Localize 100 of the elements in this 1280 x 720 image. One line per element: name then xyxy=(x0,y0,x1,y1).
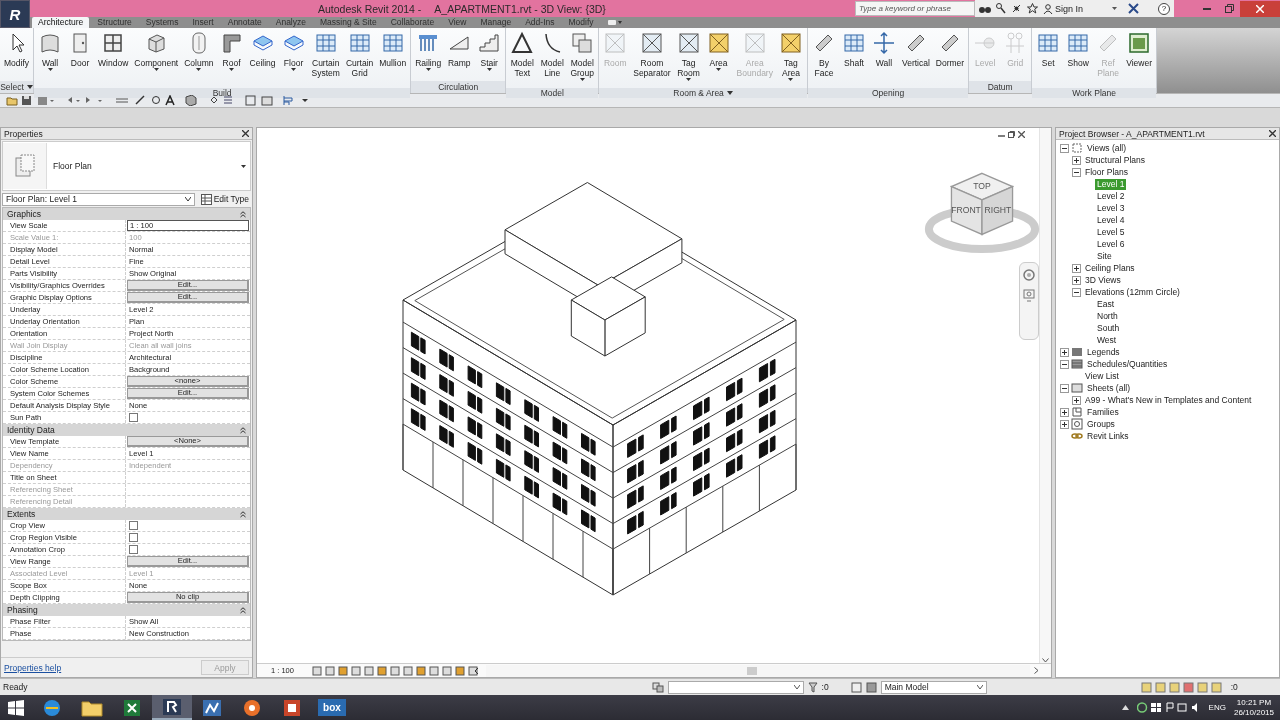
help-button[interactable]: ? xyxy=(1158,2,1170,15)
ribbon-button[interactable]: Show xyxy=(1063,31,1094,88)
tree-item[interactable]: Elevations (12mm Circle) xyxy=(1083,286,1182,298)
collapse-icon[interactable] xyxy=(1060,359,1069,369)
tree-item[interactable]: Schedules/Quantities xyxy=(1085,358,1170,370)
ribbon-tab[interactable]: Massing & Site xyxy=(314,17,383,28)
ribbon-tab[interactable]: Structure xyxy=(91,17,138,28)
collapse-icon[interactable] xyxy=(1072,287,1081,297)
steering-wheel-icon[interactable] xyxy=(1023,269,1035,281)
ribbon-button[interactable]: Ramp xyxy=(444,31,475,81)
ribbon-button[interactable]: Model Text xyxy=(507,31,538,88)
tree-item[interactable]: A99 - What's New in Templates and Content xyxy=(1083,394,1254,406)
sign-in-button[interactable]: Sign In xyxy=(1042,3,1083,14)
tree-item[interactable]: Sheets (all) xyxy=(1085,382,1132,394)
expand-icon[interactable] xyxy=(1060,419,1069,429)
ribbon-button[interactable]: Stair xyxy=(474,31,505,81)
ribbon-button[interactable]: Room Separator xyxy=(630,31,674,88)
application-button[interactable]: R xyxy=(0,0,30,28)
ribbon-button[interactable]: Tag Room xyxy=(673,31,704,88)
taskbar-button[interactable]: box xyxy=(312,695,352,720)
group-header[interactable]: Phasing xyxy=(3,604,250,616)
ribbon-tab[interactable]: View xyxy=(442,17,473,28)
ribbon-button[interactable]: Modify xyxy=(1,31,33,81)
expand-icon[interactable] xyxy=(1072,275,1081,285)
tree-item[interactable]: Families xyxy=(1085,406,1121,418)
tree-item[interactable]: Floor Plans xyxy=(1083,166,1130,178)
ribbon-button[interactable]: Railing xyxy=(412,31,445,81)
expand-icon[interactable] xyxy=(1060,347,1069,357)
ribbon-tab[interactable]: Collaborate xyxy=(384,17,441,28)
ribbon-button[interactable]: Model Group xyxy=(567,31,598,88)
tree-item[interactable]: North xyxy=(1095,310,1120,322)
tree-item[interactable]: Level 1 xyxy=(1095,178,1127,190)
tree-item[interactable]: Ceiling Plans xyxy=(1083,262,1137,274)
ribbon-button[interactable]: Wall xyxy=(868,31,899,88)
tree-item[interactable]: Level 5 xyxy=(1095,226,1127,238)
language-indicator[interactable]: ENG xyxy=(1208,703,1226,712)
tree-item[interactable]: Groups xyxy=(1085,418,1117,430)
tree-item[interactable]: Level 6 xyxy=(1095,238,1127,250)
ribbon-tab[interactable]: Add-Ins xyxy=(519,17,561,28)
tree-item[interactable]: Site xyxy=(1095,250,1114,262)
checkbox[interactable] xyxy=(129,413,138,422)
ribbon-tab[interactable]: Architecture xyxy=(32,17,90,28)
tree-item[interactable]: Level 2 xyxy=(1095,190,1127,202)
search-field[interactable]: Type a keyword or phrase xyxy=(854,1,975,16)
close-icon[interactable] xyxy=(1018,131,1025,138)
ribbon-tab[interactable]: Modify xyxy=(562,17,600,28)
edit-type-button[interactable]: Edit Type xyxy=(198,193,251,205)
instance-dropdown[interactable]: Floor Plan: Level 1 xyxy=(2,192,195,206)
tree-item[interactable]: Revit Links xyxy=(1085,430,1131,442)
ribbon-tab[interactable]: Systems xyxy=(139,17,185,28)
tree-item[interactable]: 3D Views xyxy=(1083,274,1123,286)
group-header[interactable]: Graphics xyxy=(3,208,250,220)
ribbon-button[interactable]: Shaft xyxy=(838,31,869,88)
ribbon-tab[interactable]: Annotate xyxy=(221,17,268,28)
close-icon[interactable] xyxy=(242,130,249,137)
ribbon-tab[interactable]: Insert xyxy=(186,17,220,28)
ribbon-button[interactable]: Wall xyxy=(35,31,66,88)
tree-item[interactable]: East xyxy=(1095,298,1116,310)
ribbon-button[interactable]: Curtain System xyxy=(308,31,343,88)
star-icon[interactable] xyxy=(1026,3,1038,14)
filter-icon[interactable] xyxy=(807,681,818,693)
ribbon-button[interactable]: Floor xyxy=(278,31,309,88)
ribbon-button[interactable]: Area xyxy=(703,31,734,88)
caret-icon[interactable] xyxy=(1112,7,1117,10)
help-link[interactable]: Properties help xyxy=(4,662,62,673)
worksets-icon[interactable] xyxy=(651,681,664,693)
expand-icon[interactable] xyxy=(1072,395,1081,405)
zoom-icon[interactable] xyxy=(1023,289,1035,303)
ribbon-button[interactable]: Set xyxy=(1033,31,1064,88)
tree-item[interactable]: Level 4 xyxy=(1095,214,1127,226)
tree-item[interactable]: Structural Plans xyxy=(1083,154,1147,166)
satellite-icon[interactable] xyxy=(1010,3,1022,14)
checkbox[interactable] xyxy=(129,533,138,542)
cross-icon[interactable] xyxy=(1128,3,1139,14)
ribbon-button[interactable]: Tag Area xyxy=(775,31,806,88)
scroll-down-icon[interactable] xyxy=(1042,658,1049,663)
expand-icon[interactable] xyxy=(1072,155,1081,165)
expand-icon[interactable] xyxy=(1072,263,1081,273)
collapse-icon[interactable] xyxy=(1060,143,1069,153)
ribbon-button[interactable]: Ceiling xyxy=(246,31,279,88)
scrollbar-thumb[interactable] xyxy=(747,666,758,675)
caret-icon[interactable] xyxy=(26,85,33,89)
group-header[interactable]: Extents xyxy=(3,508,250,520)
model-dropdown[interactable]: Main Model xyxy=(880,680,987,694)
group-header[interactable]: Identity Data xyxy=(3,424,250,436)
type-selector[interactable]: Floor Plan xyxy=(2,141,251,191)
panel-toggle-icon[interactable] xyxy=(607,19,622,26)
ribbon-button[interactable]: By Face xyxy=(808,31,839,88)
ribbon-button[interactable]: Curtain Grid xyxy=(342,31,377,88)
collapse-icon[interactable] xyxy=(1072,167,1081,177)
close-button[interactable] xyxy=(1240,0,1280,17)
restore-icon[interactable] xyxy=(1008,131,1015,138)
tree-item[interactable]: Views (all) xyxy=(1085,142,1129,154)
tree-item[interactable]: Level 3 xyxy=(1095,202,1127,214)
tree-item[interactable]: South xyxy=(1095,322,1122,334)
navigation-bar[interactable] xyxy=(1019,262,1039,340)
ribbon-button[interactable]: Mullion xyxy=(376,31,410,88)
ribbon-button[interactable]: Dormer xyxy=(932,31,968,88)
ribbon-button[interactable]: Vertical xyxy=(898,31,933,88)
ribbon-button[interactable]: Viewer xyxy=(1123,31,1155,88)
